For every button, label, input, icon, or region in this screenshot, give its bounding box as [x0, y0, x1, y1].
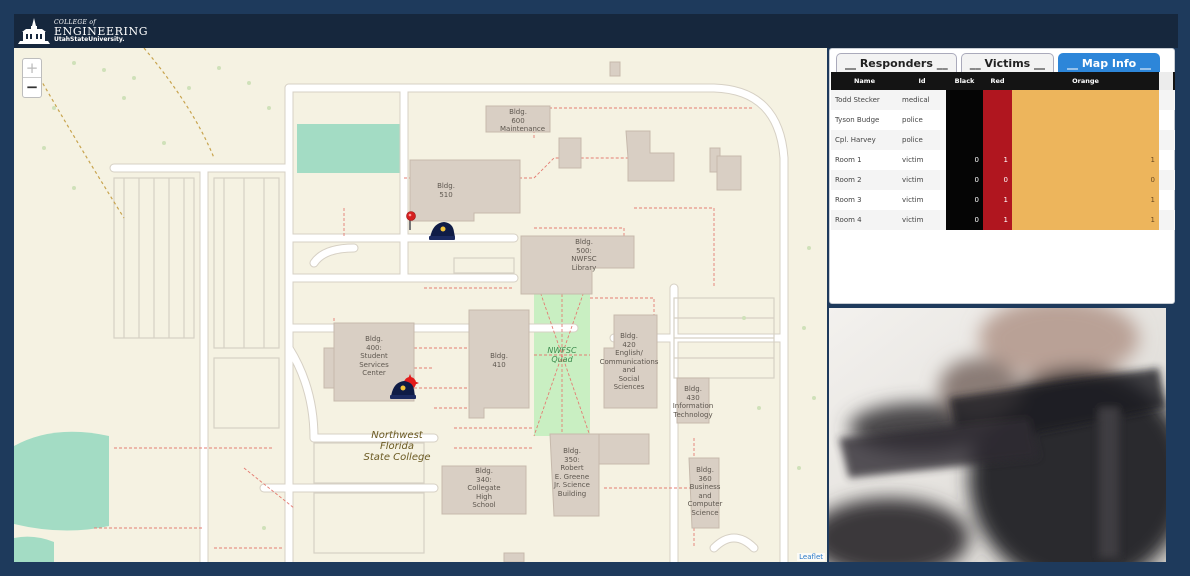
cell-name: Room 3: [835, 196, 862, 204]
building-400-label: Bldg. 400: Student Services Center: [359, 335, 389, 377]
tab-victims[interactable]: __ Victims __: [960, 53, 1055, 72]
cell-black: 0: [946, 170, 983, 190]
table-header: Name Id Black Red Orange: [831, 72, 1175, 90]
old-main-building-icon: [18, 18, 50, 44]
lawn-area: [14, 536, 54, 562]
cell-black: [946, 110, 983, 130]
cell-id: police: [902, 136, 923, 144]
app-header: COLLEGE of ENGINEERING UtahStateUniversi…: [14, 14, 1178, 48]
zoom-control[interactable]: + −: [22, 58, 42, 98]
police-officer-alert-icon[interactable]: [390, 374, 420, 402]
table-row[interactable]: Room 2 victim 0 0 0: [831, 170, 1175, 190]
map-info-table: Name Id Black Red Orange Todd Stecker me…: [831, 72, 1175, 230]
tab-responders[interactable]: __ Responders __: [836, 53, 957, 72]
tab-map-info[interactable]: __ Map Info __: [1058, 53, 1161, 72]
building-600-label: Bldg. 600 Maintenance: [500, 108, 546, 133]
cell-orange: [1012, 130, 1159, 150]
cell-red: 1: [983, 210, 1012, 230]
cell-name: Room 1: [835, 156, 862, 164]
cell-id: victim: [902, 216, 924, 224]
usu-engineering-logo: COLLEGE of ENGINEERING UtahStateUniversi…: [18, 16, 148, 46]
column-header-red[interactable]: Red: [983, 72, 1012, 90]
building-340-label: Bldg. 340: Collegate High School: [467, 467, 501, 509]
building-510-label: Bldg. 510: [437, 182, 455, 199]
building-360-label: Bldg. 360 Business and Computer Science: [687, 466, 723, 517]
cell-black: 0: [946, 190, 983, 210]
blurred-video-frame: [829, 308, 1166, 562]
cell-id: medical: [902, 96, 930, 104]
panel-tabs: __ Responders __ __ Victims __ __ Map In…: [836, 53, 1161, 73]
cell-black: 0: [946, 150, 983, 170]
column-header-name[interactable]: Name: [831, 72, 898, 90]
cell-red: [983, 90, 1012, 110]
cell-name: Cpl. Harvey: [835, 136, 876, 144]
nwfsc-quad-label: NWFSC Quad: [547, 346, 577, 364]
camera-feed: [829, 308, 1166, 562]
cell-name: Room 4: [835, 216, 862, 224]
police-officer-icon[interactable]: [428, 220, 456, 242]
cell-red: 0: [983, 170, 1012, 190]
cell-orange: [1012, 90, 1159, 110]
column-header-id[interactable]: Id: [898, 72, 946, 90]
cell-red: 1: [983, 190, 1012, 210]
lawn-area: [297, 124, 400, 173]
info-panel: __ Responders __ __ Victims __ __ Map In…: [829, 48, 1175, 304]
cell-orange: [1012, 110, 1159, 130]
cell-name: Tyson Budge: [835, 116, 880, 124]
zoom-in-button[interactable]: +: [23, 59, 41, 78]
location-pin-icon[interactable]: [406, 210, 422, 232]
table-row[interactable]: Room 3 victim 0 1 1: [831, 190, 1175, 210]
cell-orange: 0: [1012, 170, 1159, 190]
table-row[interactable]: Room 1 victim 0 1 1: [831, 150, 1175, 170]
cell-id: police: [902, 116, 923, 124]
cell-red: [983, 130, 1012, 150]
cell-id: victim: [902, 196, 924, 204]
building-420-label: Bldg. 420 English/Communications and Social S…: [599, 332, 659, 391]
cell-black: [946, 130, 983, 150]
cell-orange: 1: [1012, 150, 1159, 170]
cell-name: Todd Stecker: [835, 96, 880, 104]
cell-red: 1: [983, 150, 1012, 170]
table-row[interactable]: Room 4 victim 0 1 1: [831, 210, 1175, 230]
table-row[interactable]: Cpl. Harvey police: [831, 130, 1175, 150]
lawn-area: [14, 431, 109, 531]
college-name-label: Northwest Florida State College: [363, 430, 431, 463]
cell-id: victim: [902, 176, 924, 184]
building-500-label: Bldg. 500: NWFSC Library: [571, 238, 597, 272]
cell-orange: 1: [1012, 210, 1159, 230]
cell-red: [983, 110, 1012, 130]
column-header-black[interactable]: Black: [946, 72, 983, 90]
cell-name: Room 2: [835, 176, 862, 184]
cell-black: [946, 90, 983, 110]
column-header-orange[interactable]: Orange: [1012, 72, 1159, 90]
table-row[interactable]: Todd Stecker medical: [831, 90, 1175, 110]
campus-map[interactable]: + − Bldg. 600 Maintenance Bldg. 510 Bldg. 50…: [14, 48, 827, 562]
building-410-label: Bldg. 410: [490, 352, 508, 369]
column-header-spacer: [1159, 72, 1173, 90]
table-row[interactable]: Tyson Budge police: [831, 110, 1175, 130]
cell-id: victim: [902, 156, 924, 164]
building-430-label: Bldg. 430 Information Technology: [672, 385, 714, 419]
leaflet-attribution-link[interactable]: Leaflet: [797, 553, 825, 561]
cell-black: 0: [946, 210, 983, 230]
building-350-label: Bldg. 350: Robert E. Greene Jr. Science Build…: [554, 447, 590, 498]
cell-orange: 1: [1012, 190, 1159, 210]
logo-engineering: ENGINEERING: [54, 24, 149, 38]
zoom-out-button[interactable]: −: [23, 78, 41, 97]
